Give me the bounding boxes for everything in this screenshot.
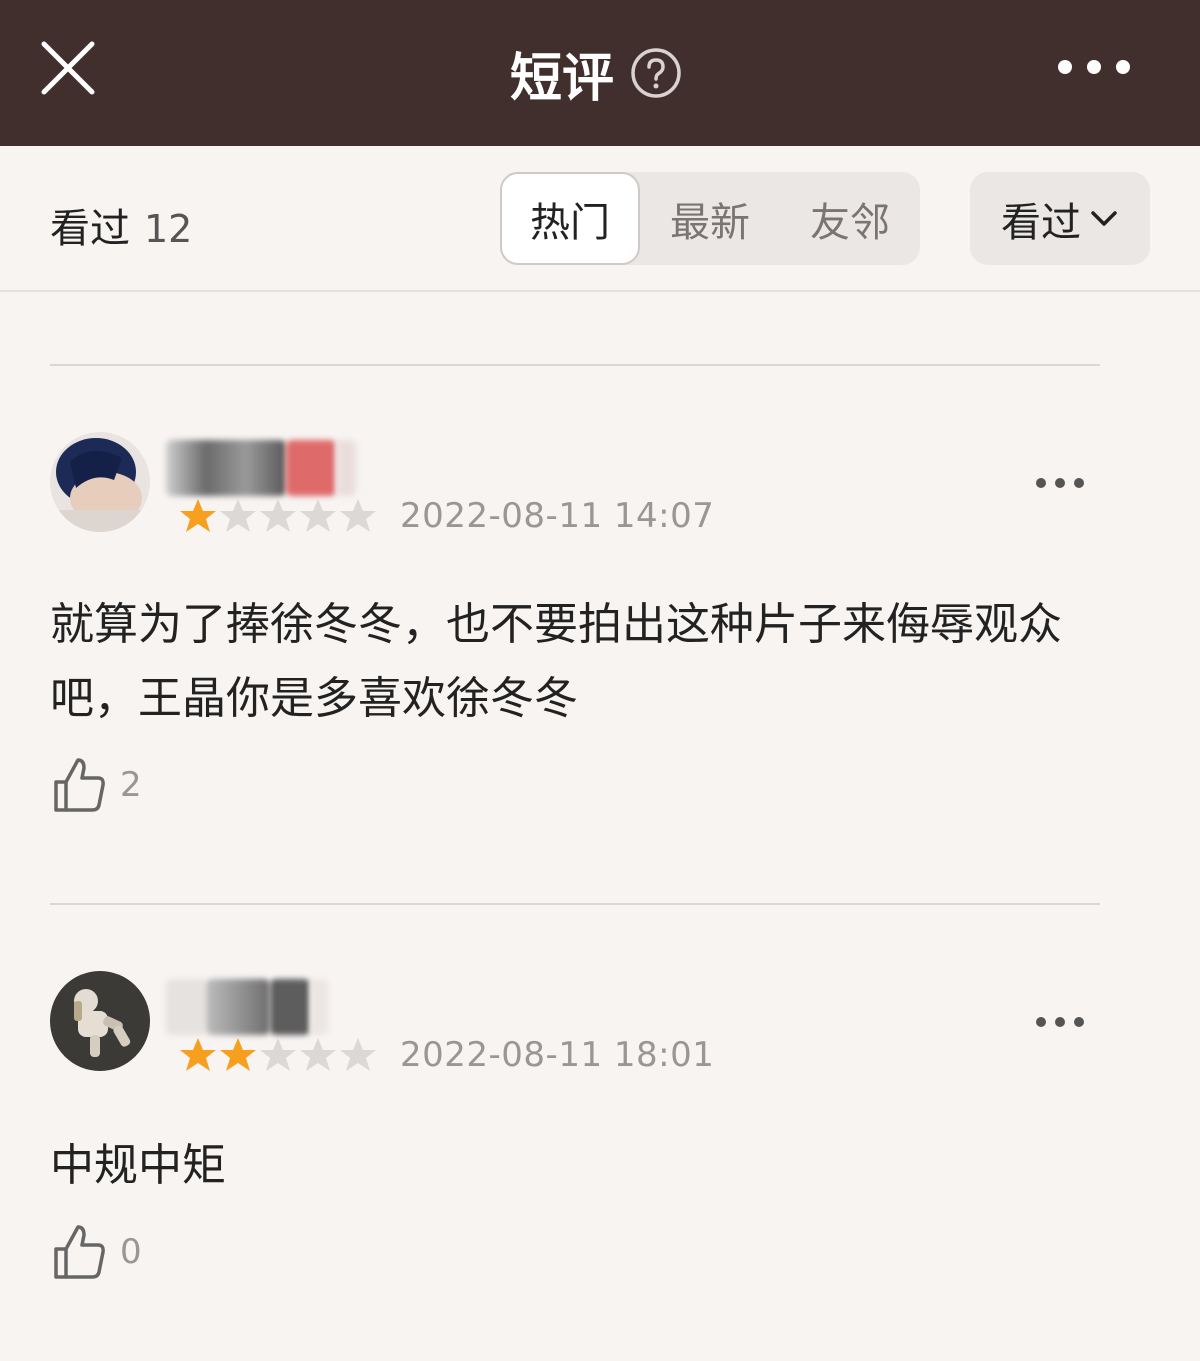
tab-friends[interactable]: 友邻 (780, 172, 920, 265)
comment-date: 2022-08-11 14:07 (400, 496, 715, 536)
tab-hot[interactable]: 热门 (500, 172, 640, 265)
avatar[interactable] (50, 432, 150, 532)
more-dot-icon (1116, 60, 1130, 74)
more-options-button[interactable] (1058, 58, 1130, 76)
username-blurred (166, 440, 356, 496)
star-empty-icon (340, 1038, 376, 1071)
star-empty-icon (220, 499, 256, 532)
comment-text: 中规中矩 (50, 1140, 226, 1191)
more-dot-icon (1055, 1017, 1065, 1027)
dropdown-label: 看过 (1001, 199, 1081, 246)
status-dropdown[interactable]: 看过 (970, 172, 1150, 265)
comment-meta: 2022-08-11 14:07 (178, 496, 714, 536)
username-blurred (166, 979, 328, 1035)
filter-bar: 看过 12 热门 最新 友邻 看过 (0, 146, 1200, 292)
divider (50, 903, 1100, 905)
more-dot-icon (1074, 478, 1084, 488)
tab-latest[interactable]: 最新 (640, 172, 780, 265)
thumbs-up-icon (54, 758, 105, 812)
like-button[interactable]: 2 (52, 756, 142, 814)
comment-item: 2022-08-11 14:07 就算为了捧徐冬冬，也不要拍出这种片子来侮辱观众… (0, 432, 1200, 832)
star-filled-icon (180, 1038, 216, 1071)
page-title: 短评 (509, 48, 614, 109)
watched-count: 看过 12 (50, 196, 192, 254)
more-dot-icon (1087, 60, 1101, 74)
avatar-image (50, 971, 150, 1071)
sort-segmented-control: 热门 最新 友邻 (500, 172, 920, 265)
rating-stars (178, 1036, 378, 1074)
star-filled-icon (180, 499, 216, 532)
more-dot-icon (1074, 1017, 1084, 1027)
star-empty-icon (260, 499, 296, 532)
like-button[interactable]: 0 (52, 1223, 142, 1281)
rating-stars (178, 497, 378, 535)
more-dot-icon (1055, 478, 1065, 488)
top-bar: 短评 (0, 0, 1200, 146)
star-empty-icon (340, 499, 376, 532)
comment-item: 2022-08-11 18:01 中规中矩 0 (0, 971, 1200, 1311)
comment-text: 就算为了捧徐冬冬，也不要拍出这种片子来侮辱观众吧，王晶你是多喜欢徐冬冬 (50, 599, 1062, 724)
star-filled-icon (220, 1038, 256, 1071)
more-dot-icon (1058, 60, 1072, 74)
star-empty-icon (300, 1038, 336, 1071)
app-screen: 短评 看过 12 热门 最新 友邻 看过 2022-08-11 14:07 就算… (0, 0, 1200, 1361)
comment-date: 2022-08-11 18:01 (400, 1035, 715, 1075)
count-label: 看过 (50, 206, 130, 252)
thumbs-up-icon (54, 1225, 105, 1279)
chevron-down-icon (1091, 210, 1117, 226)
divider (50, 364, 1100, 366)
count-value: 12 (144, 207, 193, 251)
more-dot-icon (1036, 478, 1046, 488)
more-dot-icon (1036, 1017, 1046, 1027)
star-empty-icon (300, 499, 336, 532)
star-empty-icon (260, 1038, 296, 1071)
comment-more-button[interactable] (1036, 476, 1084, 490)
title-area: 短评 (0, 0, 1200, 146)
like-count: 0 (120, 1232, 142, 1272)
comment-more-button[interactable] (1036, 1015, 1084, 1029)
comment-meta: 2022-08-11 18:01 (178, 1035, 714, 1075)
like-count: 2 (120, 765, 142, 805)
avatar-image (50, 432, 150, 532)
help-circle-icon[interactable] (630, 47, 682, 99)
avatar[interactable] (50, 971, 150, 1071)
